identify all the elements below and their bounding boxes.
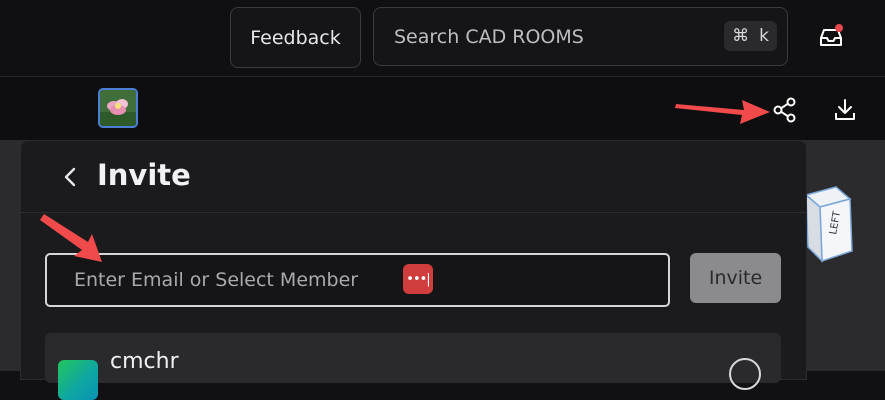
shortcut-hint: ⌘ k [724,21,777,51]
divider [21,212,806,213]
command-key-icon: ⌘ [732,26,750,46]
invite-button[interactable]: Invite [690,253,781,303]
panel-title: Invite [97,158,191,192]
member-select-radio[interactable] [729,358,761,390]
annotation-arrow-icon [40,214,102,262]
feedback-button[interactable]: Feedback [230,7,361,68]
view-cube-icon[interactable]: LEFT [800,185,860,265]
annotation-arrow-icon [675,100,770,124]
avatar [58,360,98,400]
share-icon[interactable] [771,96,799,124]
inbox-icon[interactable] [817,23,845,51]
notification-dot [835,24,843,32]
flower-thumbnail-icon [100,90,136,126]
download-icon[interactable] [831,96,859,124]
email-placeholder: Enter Email or Select Member [74,269,359,291]
password-manager-icon[interactable]: •••| [403,264,433,294]
search-placeholder: Search CAD ROOMS [394,26,584,48]
model-thumbnail[interactable] [98,88,138,128]
email-member-input[interactable]: Enter Email or Select Member [45,253,670,307]
search-input[interactable]: Search CAD ROOMS ⌘ k [373,7,788,66]
chevron-left-icon[interactable] [60,164,80,190]
member-name: cmchr [110,349,179,374]
shortcut-key: k [759,26,769,46]
